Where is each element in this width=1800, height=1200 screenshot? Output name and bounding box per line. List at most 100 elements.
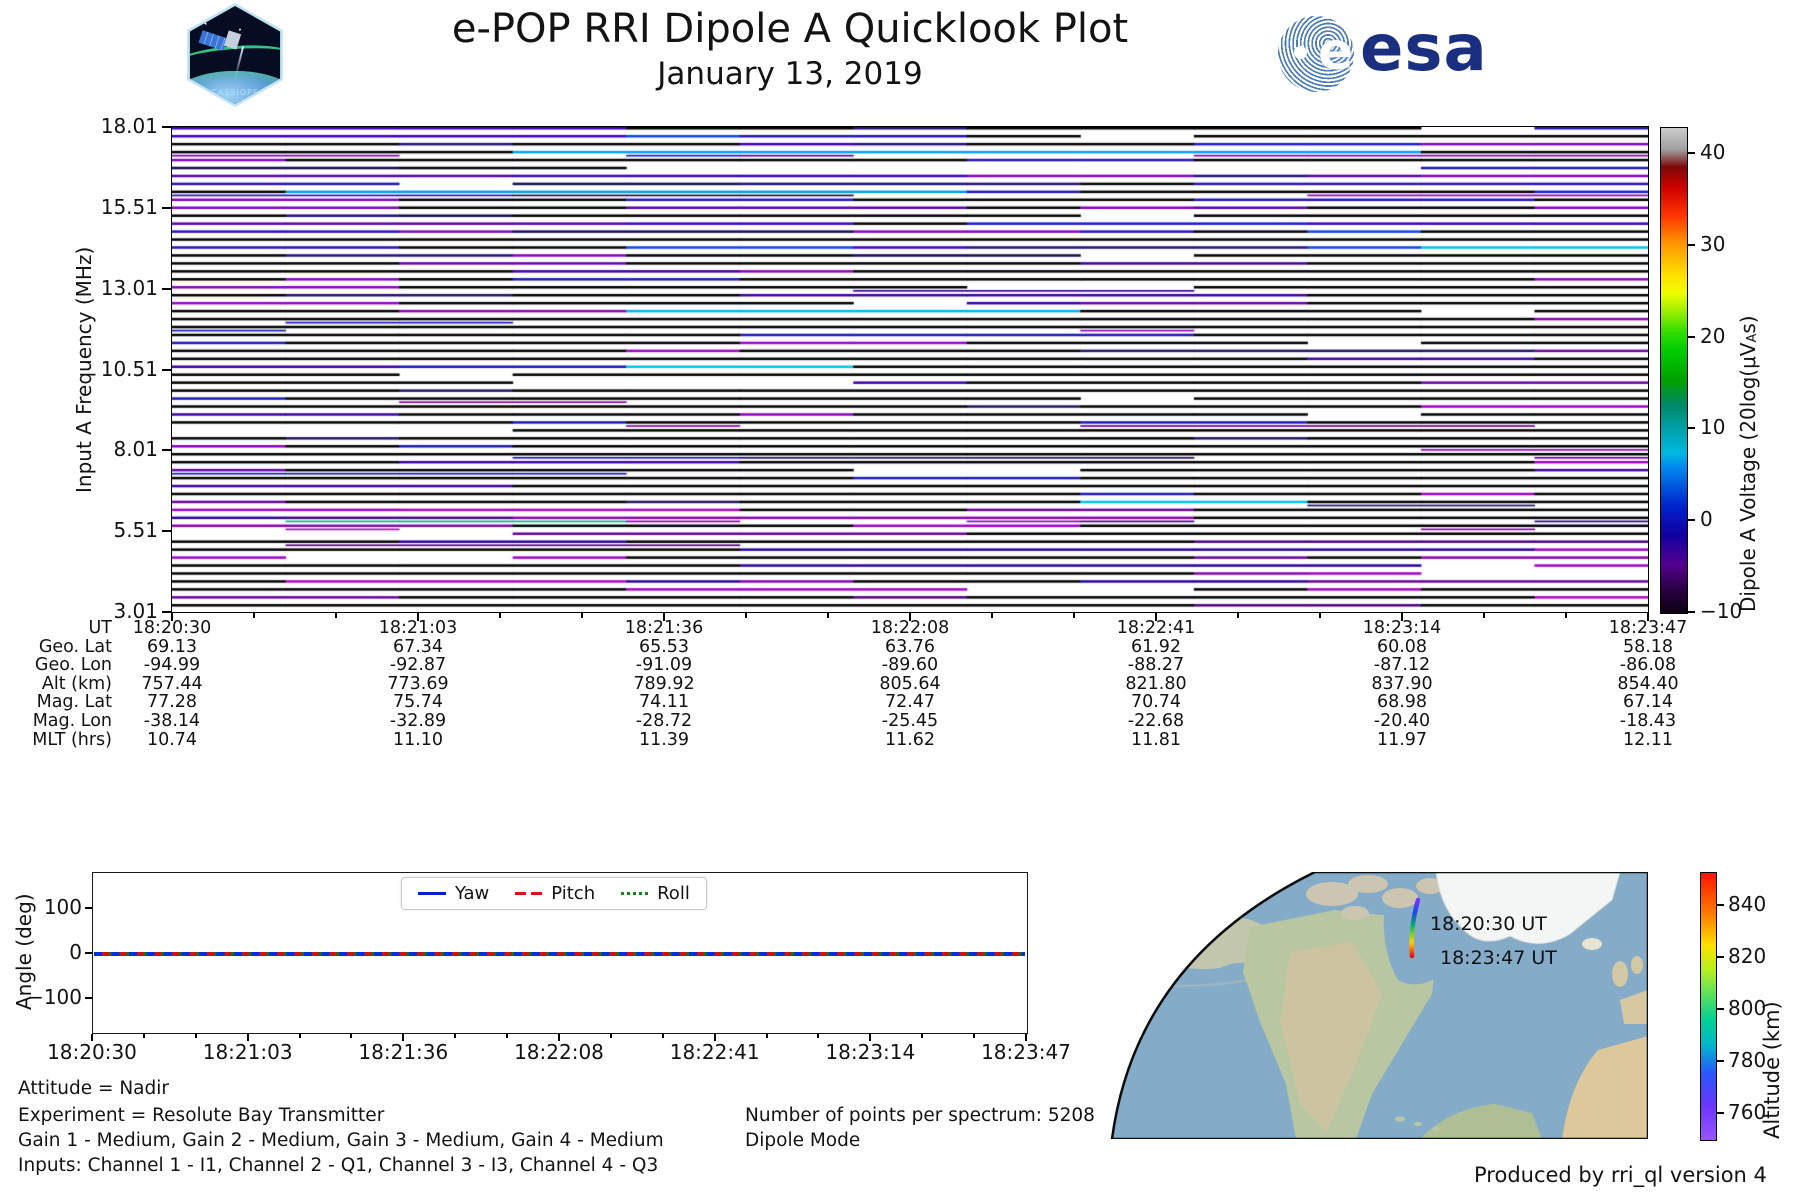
- angle-x-tick-label: 18:23:14: [795, 1040, 945, 1064]
- spectrogram-y-tick: [162, 449, 171, 451]
- angle-x-tick: [402, 1034, 404, 1041]
- legend-label: Roll: [657, 883, 690, 904]
- ephemeris-value: 11.39: [589, 730, 739, 750]
- ephemeris-value: 18:22:08: [835, 618, 985, 638]
- altitude-colorbar-tick: [1717, 904, 1724, 906]
- map-art: [1100, 872, 1648, 1139]
- points-per-spectrum-note: Number of points per spectrum: 5208: [745, 1105, 1095, 1126]
- ephemeris-value: 11.62: [835, 730, 985, 750]
- ephemeris-row-label: UT: [0, 618, 112, 638]
- altitude-colorbar-tick: [1717, 1008, 1724, 1010]
- voltage-colorbar-tick: [1687, 336, 1695, 338]
- angle-y-tick: [85, 907, 92, 909]
- ephemeris-value: 69.13: [97, 637, 247, 657]
- caribbean-island: [1414, 1122, 1422, 1126]
- ephemeris-row-label: MLT (hrs): [0, 730, 112, 750]
- ephemeris-value: 18:23:14: [1327, 618, 1477, 638]
- ephemeris-row-label: Mag. Lon: [0, 711, 112, 731]
- ephemeris-value: 11.97: [1327, 730, 1477, 750]
- angle-x-minor-tick: [143, 1034, 145, 1038]
- voltage-colorbar-tick: [1687, 152, 1695, 154]
- angle-plot: YawPitchRoll: [92, 872, 1028, 1034]
- ephemeris-value: 18:22:41: [1081, 618, 1231, 638]
- ephemeris-value: 70.74: [1081, 692, 1231, 712]
- track-start-label: 18:20:30 UT: [1430, 913, 1547, 935]
- angle-x-tick-label: 18:21:36: [328, 1040, 478, 1064]
- angle-x-tick-label: 18:23:47: [951, 1040, 1101, 1064]
- ephemeris-value: 60.08: [1327, 637, 1477, 657]
- ephemeris-value: -89.60: [835, 655, 985, 675]
- altitude-colorbar-tick-label: 820: [1728, 944, 1776, 968]
- spectrogram-plot: [171, 126, 1649, 613]
- ephemeris-value: 18:21:36: [589, 618, 739, 638]
- dipole-mode-note: Dipole Mode: [745, 1130, 860, 1151]
- spectrogram-y-tick-label: 10.51: [90, 357, 158, 381]
- ephemeris-value: 18:23:47: [1573, 618, 1723, 638]
- arctic-island: [1341, 906, 1369, 920]
- angle-x-tick-label: 18:22:08: [484, 1040, 634, 1064]
- ephemeris-value: -87.12: [1327, 655, 1477, 675]
- cassiope-logo-art: CASSIOPE: [186, 6, 284, 104]
- angle-y-tick-label: 100: [26, 895, 82, 919]
- angle-x-tick: [869, 1034, 871, 1041]
- angle-x-minor-tick: [766, 1034, 768, 1038]
- ephemeris-value: 11.81: [1081, 730, 1231, 750]
- spectrogram-x-minor-tick: [1483, 613, 1485, 618]
- ephemeris-row-label: Alt (km): [0, 674, 112, 694]
- experiment-note: Experiment = Resolute Bay Transmitter: [18, 1105, 384, 1126]
- legend-item-pitch: Pitch: [515, 883, 595, 904]
- voltage-colorbar-tick-label: 30: [1700, 232, 1756, 256]
- spectrogram-x-minor-tick: [335, 613, 337, 618]
- ephemeris-value: 67.34: [343, 637, 493, 657]
- spectrogram-x-minor-tick: [1319, 613, 1321, 618]
- altitude-colorbar-tick-label: 780: [1728, 1048, 1776, 1072]
- caribbean-island: [1395, 1117, 1405, 1122]
- ephemeris-row-label: Mag. Lat: [0, 692, 112, 712]
- ephemeris-value: -25.45: [835, 711, 985, 731]
- quicklook-figure: CASSIOPE e-POP RRI Dipole A Quicklook Pl…: [0, 0, 1800, 1200]
- arctic-island: [1382, 888, 1418, 908]
- angle-x-tick-label: 18:22:41: [640, 1040, 790, 1064]
- ephemeris-value: 18:20:30: [97, 618, 247, 638]
- ephemeris-value: -22.68: [1081, 711, 1231, 731]
- spectrogram-y-tick: [162, 530, 171, 532]
- angle-y-tick-label: 0: [26, 940, 82, 964]
- ephemeris-value: 72.47: [835, 692, 985, 712]
- angle-x-minor-tick: [299, 1034, 301, 1038]
- cassiope-logo-label: CASSIOPE: [186, 88, 284, 97]
- angle-x-tick-label: 18:21:03: [173, 1040, 323, 1064]
- altitude-colorbar-tick-label: 840: [1728, 892, 1776, 916]
- british-isles: [1631, 956, 1643, 974]
- roll-line-swatch: [621, 892, 648, 895]
- spectrogram-x-minor-tick: [253, 613, 255, 618]
- spectrogram-x-minor-tick: [1565, 613, 1567, 618]
- ephemeris-value: 757.44: [97, 674, 247, 694]
- ephemeris-value: 10.74: [97, 730, 247, 750]
- yaw-pitch-roll-zero-line: [94, 952, 1025, 956]
- altitude-colorbar-tick-label: 800: [1728, 996, 1776, 1020]
- legend-item-roll: Roll: [621, 883, 690, 904]
- voltage-colorbar-tick-label: 0: [1700, 507, 1756, 531]
- spectrogram-x-minor-tick: [499, 613, 501, 618]
- ephemeris-value: 68.98: [1327, 692, 1477, 712]
- angle-x-tick: [1025, 1034, 1027, 1041]
- ephemeris-value: -20.40: [1327, 711, 1477, 731]
- altitude-colorbar-tick: [1717, 1112, 1724, 1114]
- gains-note: Gain 1 - Medium, Gain 2 - Medium, Gain 3…: [18, 1130, 664, 1151]
- angle-x-tick: [714, 1034, 716, 1041]
- ephemeris-value: 67.14: [1573, 692, 1723, 712]
- angle-x-tick: [91, 1034, 93, 1041]
- ephemeris-value: 65.53: [589, 637, 739, 657]
- voltage-colorbar: [1660, 127, 1688, 614]
- caribbean-island: [1432, 1127, 1440, 1131]
- voltage-colorbar-tick-label: 40: [1700, 140, 1756, 164]
- attitude-note: Attitude = Nadir: [18, 1078, 169, 1099]
- ephemeris-value: 63.76: [835, 637, 985, 657]
- angle-x-minor-tick: [610, 1034, 612, 1038]
- angle-y-tick: [85, 997, 92, 999]
- ephemeris-value: 821.80: [1081, 674, 1231, 694]
- spectrogram-y-tick: [162, 369, 171, 371]
- angle-x-minor-tick: [506, 1034, 508, 1038]
- ephemeris-value: 58.18: [1573, 637, 1723, 657]
- ephemeris-value: -94.99: [97, 655, 247, 675]
